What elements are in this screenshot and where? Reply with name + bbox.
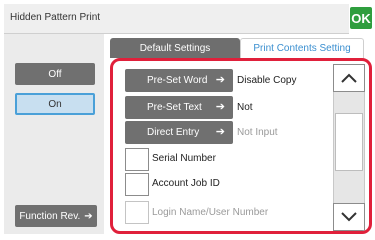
- serial-number-label: Serial Number: [152, 153, 216, 164]
- off-button[interactable]: Off: [15, 63, 95, 85]
- arrow-right-icon: ➔: [215, 126, 225, 138]
- arrow-right-icon: ➔: [215, 101, 225, 113]
- serial-number-checkbox[interactable]: [125, 148, 149, 171]
- direct-entry-label: Direct Entry: [147, 127, 200, 138]
- preset-word-button[interactable]: Pre-Set Word ➔: [125, 69, 233, 92]
- print-contents-panel: Pre-Set Word ➔ Disable Copy Pre-Set Text…: [110, 58, 372, 234]
- ok-button[interactable]: OK: [350, 7, 372, 29]
- login-name-user-number-checkbox[interactable]: [125, 201, 149, 224]
- arrow-right-icon: ➔: [84, 210, 93, 222]
- direct-entry-value: Not Input: [237, 127, 278, 138]
- title-bar: Hidden Pattern Print: [4, 4, 349, 34]
- function-review-label: Function Rev.: [19, 210, 81, 222]
- scroll-up-button[interactable]: [333, 64, 365, 92]
- scroll-down-button[interactable]: [333, 203, 365, 231]
- preset-word-value: Disable Copy: [237, 75, 297, 86]
- preset-word-label: Pre-Set Word: [147, 75, 208, 86]
- function-review-button[interactable]: Function Rev. ➔: [15, 205, 97, 227]
- tab-default-settings[interactable]: Default Settings: [110, 38, 240, 58]
- account-job-id-label: Account Job ID: [152, 178, 220, 189]
- direct-entry-button[interactable]: Direct Entry ➔: [125, 121, 233, 144]
- page-title: Hidden Pattern Print: [10, 12, 101, 23]
- preset-text-button[interactable]: Pre-Set Text ➔: [125, 96, 233, 119]
- chevron-up-icon: [341, 73, 357, 83]
- tab-print-contents-setting[interactable]: Print Contents Setting: [240, 38, 364, 58]
- account-job-id-checkbox[interactable]: [125, 173, 149, 196]
- preset-text-value: Not: [237, 102, 253, 113]
- dialog-frame: Hidden Pattern Print OK Off On Function …: [0, 0, 375, 240]
- login-name-user-number-label: Login Name/User Number: [152, 207, 269, 218]
- arrow-right-icon: ➔: [215, 74, 225, 86]
- on-button[interactable]: On: [15, 93, 95, 115]
- scrollbar-thumb[interactable]: [335, 113, 363, 171]
- preset-text-label: Pre-Set Text: [147, 102, 202, 113]
- chevron-down-icon: [341, 212, 357, 222]
